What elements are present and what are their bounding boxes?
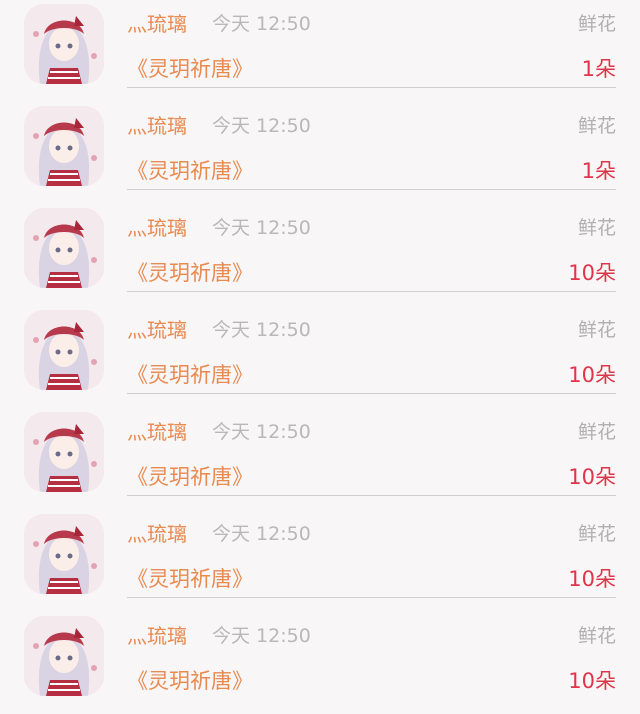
- row-divider: [127, 495, 616, 496]
- user-avatar[interactable]: [24, 412, 104, 492]
- anime-girl-avatar-icon: [24, 106, 104, 186]
- username[interactable]: 灬琉璃: [127, 623, 187, 649]
- gift-amount: 1朵: [581, 159, 616, 183]
- username[interactable]: 灬琉璃: [127, 521, 187, 547]
- username[interactable]: 灬琉璃: [127, 113, 187, 139]
- timestamp: 今天 12:50: [212, 217, 311, 239]
- row-divider: [127, 393, 616, 394]
- work-title-link[interactable]: 《灵玥祈唐》: [127, 259, 253, 287]
- anime-girl-avatar-icon: [24, 310, 104, 390]
- gift-type-label: 鲜花: [577, 421, 616, 443]
- row-divider: [127, 597, 616, 598]
- work-title-link[interactable]: 《灵玥祈唐》: [127, 361, 253, 389]
- anime-girl-avatar-icon: [24, 514, 104, 594]
- gift-record-list: 灬琉璃 今天 12:50 鲜花 《灵玥祈唐》 1朵 灬琉璃 今天 12:50 鲜…: [0, 0, 640, 708]
- timestamp: 今天 12:50: [212, 421, 311, 443]
- gift-record-row[interactable]: 灬琉璃 今天 12:50 鲜花 《灵玥祈唐》 10朵: [0, 306, 640, 408]
- gift-record-row[interactable]: 灬琉璃 今天 12:50 鲜花 《灵玥祈唐》 10朵: [0, 612, 640, 714]
- gift-amount: 10朵: [568, 465, 616, 489]
- timestamp: 今天 12:50: [212, 319, 311, 341]
- gift-type-label: 鲜花: [577, 115, 616, 137]
- user-avatar[interactable]: [24, 616, 104, 696]
- gift-type-label: 鲜花: [577, 319, 616, 341]
- timestamp: 今天 12:50: [212, 625, 311, 647]
- work-title-link[interactable]: 《灵玥祈唐》: [127, 565, 253, 593]
- work-title-link[interactable]: 《灵玥祈唐》: [127, 157, 253, 185]
- gift-amount: 10朵: [568, 261, 616, 285]
- timestamp: 今天 12:50: [212, 13, 311, 35]
- row-divider: [127, 189, 616, 190]
- user-avatar[interactable]: [24, 208, 104, 288]
- anime-girl-avatar-icon: [24, 616, 104, 696]
- gift-record-row[interactable]: 灬琉璃 今天 12:50 鲜花 《灵玥祈唐》 10朵: [0, 204, 640, 306]
- anime-girl-avatar-icon: [24, 4, 104, 84]
- username[interactable]: 灬琉璃: [127, 215, 187, 241]
- user-avatar[interactable]: [24, 310, 104, 390]
- username[interactable]: 灬琉璃: [127, 317, 187, 343]
- row-divider: [127, 291, 616, 292]
- gift-type-label: 鲜花: [577, 13, 616, 35]
- gift-amount: 10朵: [568, 567, 616, 591]
- anime-girl-avatar-icon: [24, 412, 104, 492]
- user-avatar[interactable]: [24, 106, 104, 186]
- gift-record-row[interactable]: 灬琉璃 今天 12:50 鲜花 《灵玥祈唐》 1朵: [0, 102, 640, 204]
- timestamp: 今天 12:50: [212, 523, 311, 545]
- gift-record-row[interactable]: 灬琉璃 今天 12:50 鲜花 《灵玥祈唐》 1朵: [0, 0, 640, 102]
- gift-type-label: 鲜花: [577, 217, 616, 239]
- timestamp: 今天 12:50: [212, 115, 311, 137]
- user-avatar[interactable]: [24, 4, 104, 84]
- work-title-link[interactable]: 《灵玥祈唐》: [127, 463, 253, 491]
- username[interactable]: 灬琉璃: [127, 11, 187, 37]
- gift-record-row[interactable]: 灬琉璃 今天 12:50 鲜花 《灵玥祈唐》 10朵: [0, 510, 640, 612]
- gift-record-row[interactable]: 灬琉璃 今天 12:50 鲜花 《灵玥祈唐》 10朵: [0, 408, 640, 510]
- username[interactable]: 灬琉璃: [127, 419, 187, 445]
- gift-amount: 10朵: [568, 669, 616, 693]
- anime-girl-avatar-icon: [24, 208, 104, 288]
- gift-type-label: 鲜花: [577, 625, 616, 647]
- work-title-link[interactable]: 《灵玥祈唐》: [127, 55, 253, 83]
- gift-type-label: 鲜花: [577, 523, 616, 545]
- gift-amount: 1朵: [581, 57, 616, 81]
- user-avatar[interactable]: [24, 514, 104, 594]
- row-divider: [127, 87, 616, 88]
- work-title-link[interactable]: 《灵玥祈唐》: [127, 667, 253, 695]
- gift-amount: 10朵: [568, 363, 616, 387]
